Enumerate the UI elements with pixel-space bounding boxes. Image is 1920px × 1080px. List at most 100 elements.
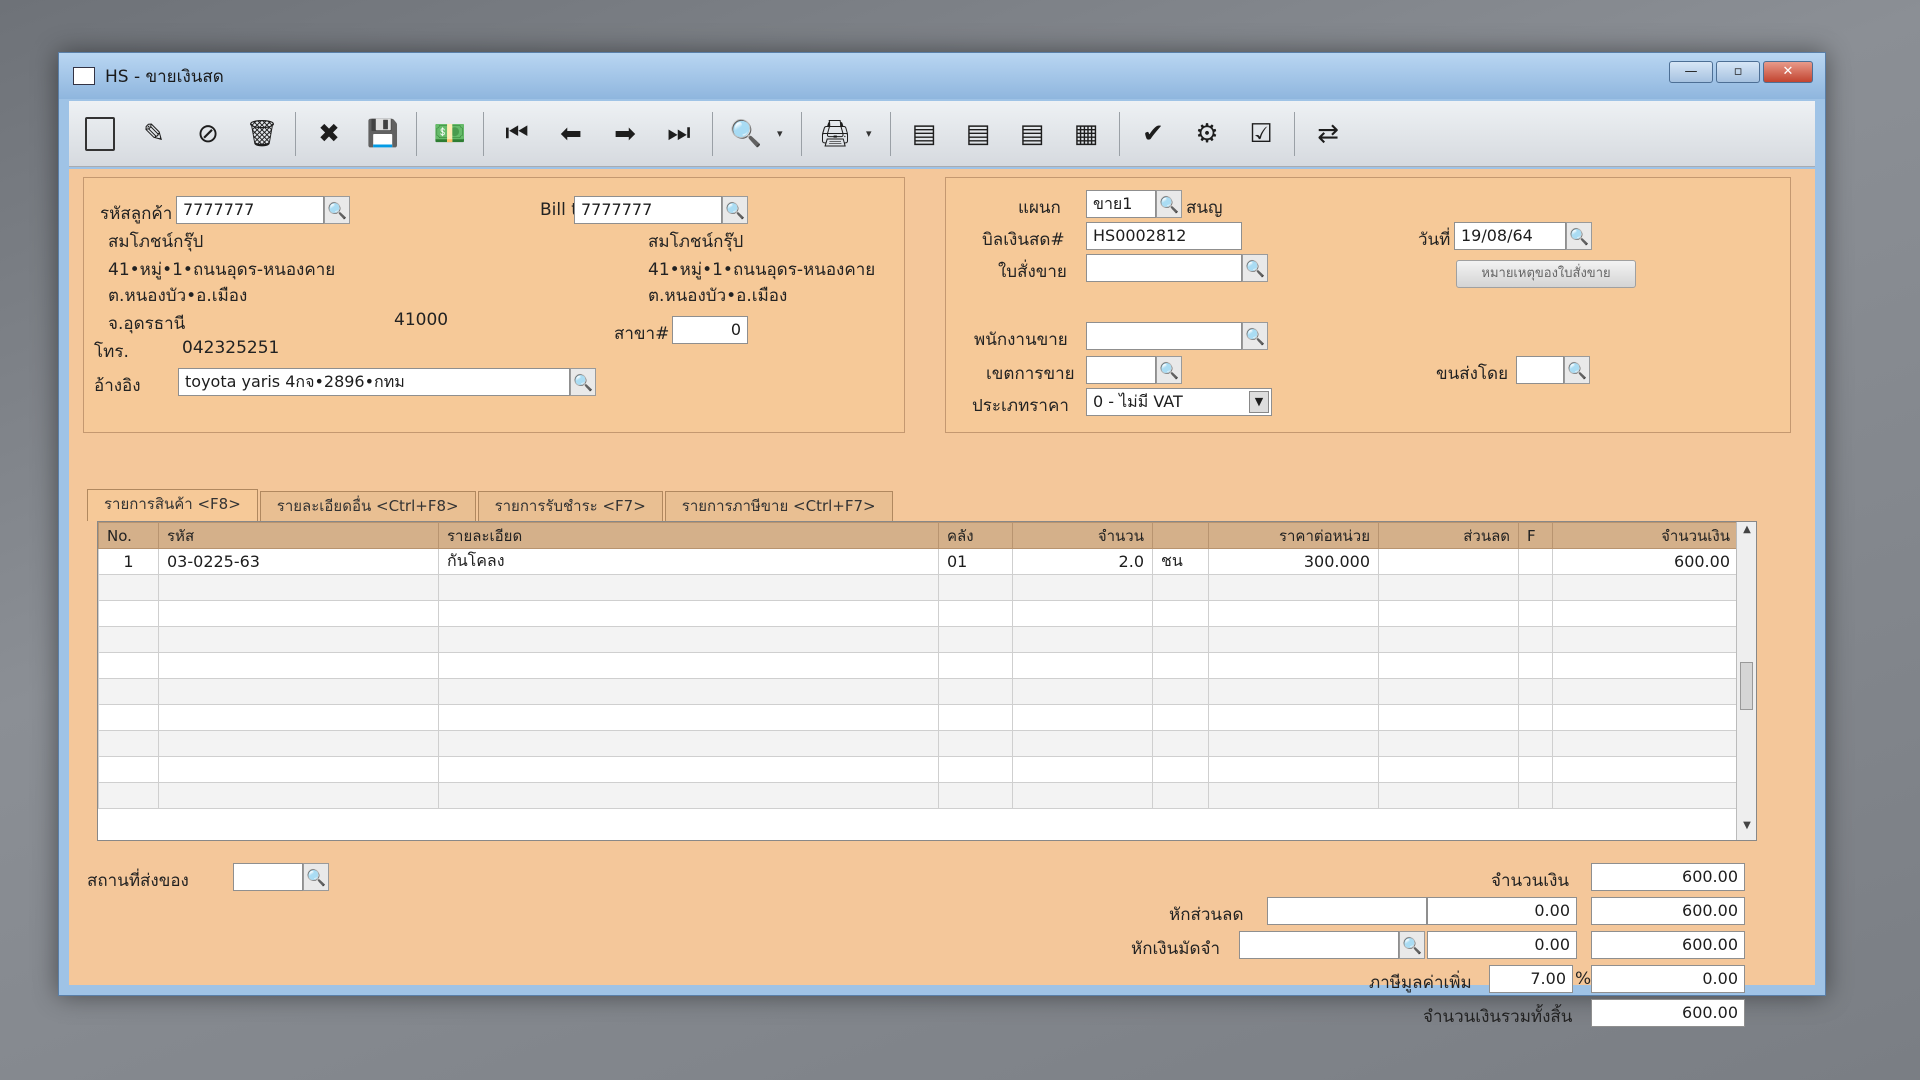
dept-input[interactable]: ขาย1 (1086, 190, 1156, 218)
column-header[interactable]: จำนวน (1012, 522, 1153, 549)
table-cell[interactable] (1208, 626, 1379, 653)
table-cell[interactable] (938, 678, 1013, 705)
dropdown-arrow-icon[interactable]: ▾ (866, 127, 880, 140)
table-cell[interactable] (1552, 678, 1739, 705)
table-cell[interactable] (1012, 652, 1153, 679)
sales-area-input[interactable] (1086, 356, 1156, 384)
table-cell[interactable] (158, 626, 439, 653)
table-cell[interactable] (1378, 548, 1519, 575)
tab-items[interactable]: รายการสินค้า <F8> (87, 489, 258, 521)
table-cell[interactable] (1378, 678, 1519, 705)
scroll-down-icon[interactable]: ▼ (1737, 820, 1757, 838)
table-cell[interactable] (938, 756, 1013, 783)
table-cell[interactable] (158, 782, 439, 809)
bill-no-input[interactable]: HS0002812 (1086, 222, 1242, 250)
table-cell[interactable] (938, 652, 1013, 679)
table-cell[interactable] (1152, 730, 1209, 757)
table-cell[interactable] (98, 782, 159, 809)
table-cell[interactable] (1552, 626, 1739, 653)
table-cell[interactable] (938, 600, 1013, 627)
table-cell[interactable] (1552, 652, 1739, 679)
deposit-code-input[interactable] (1239, 931, 1399, 959)
table-cell[interactable] (1552, 756, 1739, 783)
lock-ok-icon[interactable]: ⚙ (1184, 111, 1230, 157)
table-cell[interactable] (98, 756, 159, 783)
table-cell[interactable] (98, 704, 159, 731)
column-header[interactable]: คลัง (938, 522, 1013, 549)
discount-value-input[interactable]: 0.00 (1427, 897, 1577, 925)
table-cell[interactable] (98, 652, 159, 679)
table-row[interactable]: 1 03-0225-63 กันโคลง 01 2.0 ชน 300.000 600.00 (98, 548, 1739, 575)
table-cell[interactable] (938, 574, 1013, 601)
table-cell[interactable] (1518, 704, 1553, 731)
table-cell[interactable] (1012, 678, 1153, 705)
deposit-search-icon[interactable]: 🔍 (1399, 931, 1425, 959)
date-picker-icon[interactable]: 🔍 (1566, 222, 1592, 250)
column-header[interactable]: ราคาต่อหน่วย (1208, 522, 1379, 549)
table-cell[interactable] (1208, 730, 1379, 757)
vat-rate-input[interactable]: 7.00 (1489, 965, 1573, 993)
table-cell[interactable] (1552, 600, 1739, 627)
ok-icon[interactable]: ☑ (1238, 111, 1284, 157)
table-cell[interactable] (1518, 626, 1553, 653)
table-cell[interactable] (1012, 626, 1153, 653)
table-cell[interactable] (938, 704, 1013, 731)
branch-input[interactable]: 0 (672, 316, 748, 344)
table-cell[interactable] (98, 626, 159, 653)
table-cell[interactable] (1378, 730, 1519, 757)
table-cell[interactable] (938, 782, 1013, 809)
table-cell[interactable] (1518, 574, 1553, 601)
price-type-select[interactable]: 0 - ไม่มี VAT ▼ (1086, 388, 1272, 416)
report2-icon[interactable]: ▤ (955, 111, 1001, 157)
table-cell[interactable] (438, 756, 939, 783)
next-record-icon[interactable]: ➡ (602, 111, 648, 157)
table-cell[interactable] (438, 626, 939, 653)
table-cell[interactable] (1378, 782, 1519, 809)
table-cell[interactable] (1552, 574, 1739, 601)
grid-scrollbar[interactable]: ▲ ▼ (1736, 522, 1756, 840)
approve-icon[interactable]: ✔ (1130, 111, 1176, 157)
table-cell[interactable] (158, 704, 439, 731)
table-cell[interactable] (438, 600, 939, 627)
table-row[interactable] (98, 574, 1739, 601)
column-header[interactable] (1152, 522, 1209, 549)
billto-search-icon[interactable]: 🔍 (722, 196, 748, 224)
deposit-value-input[interactable]: 0.00 (1427, 931, 1577, 959)
table-cell[interactable] (1518, 548, 1553, 575)
report3-icon[interactable]: ▤ (1009, 111, 1055, 157)
table-row[interactable] (98, 652, 1739, 679)
save-icon[interactable]: 💾 (360, 111, 406, 157)
table-cell[interactable] (938, 730, 1013, 757)
table-cell[interactable] (1552, 704, 1739, 731)
table-cell[interactable] (1208, 652, 1379, 679)
edit-icon[interactable]: ✎ (131, 111, 177, 157)
table-cell[interactable] (1208, 574, 1379, 601)
table-cell[interactable] (158, 574, 439, 601)
table-cell[interactable] (1208, 678, 1379, 705)
table-cell[interactable] (1012, 704, 1153, 731)
column-header[interactable]: รายละเอียด (438, 522, 939, 549)
table-cell[interactable] (158, 756, 439, 783)
table-cell[interactable] (1378, 756, 1519, 783)
table-cell[interactable] (1152, 756, 1209, 783)
table-cell[interactable] (1208, 782, 1379, 809)
dept-search-icon[interactable]: 🔍 (1156, 190, 1182, 218)
void-icon[interactable]: ⊘ (185, 111, 231, 157)
last-record-icon[interactable]: ⏭ (656, 111, 702, 157)
report1-icon[interactable]: ▤ (901, 111, 947, 157)
chevron-down-icon[interactable]: ▼ (1249, 391, 1269, 413)
table-cell[interactable] (1208, 600, 1379, 627)
column-header[interactable]: รหัส (158, 522, 439, 549)
table-cell[interactable] (1152, 678, 1209, 705)
column-header[interactable]: No. (98, 522, 159, 549)
table-row[interactable] (98, 730, 1739, 757)
table-row[interactable] (98, 782, 1739, 809)
table-cell[interactable] (438, 782, 939, 809)
reference-search-icon[interactable]: 🔍 (570, 368, 596, 396)
scroll-thumb[interactable] (1740, 662, 1753, 710)
table-cell[interactable] (1012, 730, 1153, 757)
search-doc-icon[interactable]: 🔍 (723, 111, 769, 157)
table-cell[interactable] (438, 704, 939, 731)
table-cell[interactable]: 300.000 (1208, 548, 1379, 575)
order-note-button[interactable]: หมายเหตุของใบสั่งขาย (1456, 260, 1636, 288)
